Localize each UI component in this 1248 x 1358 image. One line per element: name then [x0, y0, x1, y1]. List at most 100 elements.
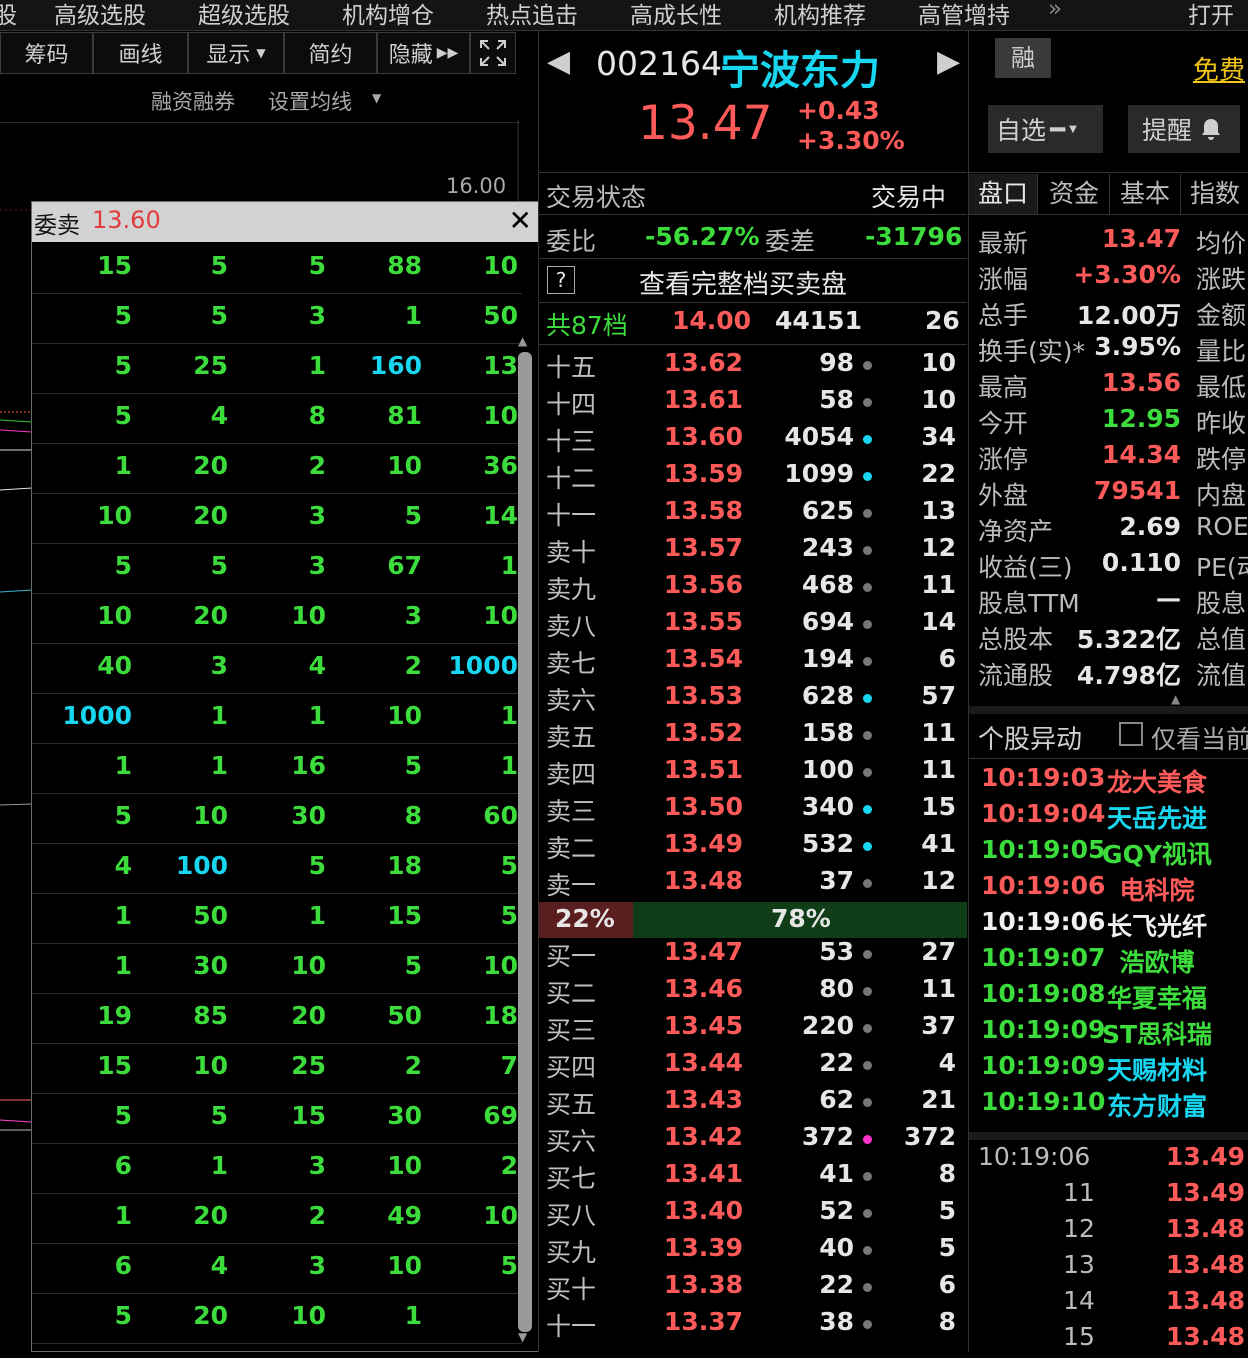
buy-level-row[interactable]: 十一 13.37 38 8: [539, 1307, 967, 1344]
margin-trading-link[interactable]: 融资融券: [151, 86, 235, 116]
sell-level-row[interactable]: 十二 13.59 1099 22: [539, 459, 967, 496]
level-label: 买八: [546, 1201, 597, 1230]
tab-funds[interactable]: 资金: [1039, 174, 1110, 214]
sell-level-row[interactable]: 卖八 13.55 694 14: [539, 607, 967, 644]
level-price: 13.51: [663, 755, 743, 784]
quote-value: 12.00万: [1076, 301, 1181, 330]
fullscreen-button[interactable]: [470, 32, 516, 74]
alert-stock-name[interactable]: 东方财富: [1081, 1087, 1233, 1123]
alert-stock-name[interactable]: 浩欧博: [1081, 943, 1233, 979]
alert-stock-name[interactable]: 华夏幸福: [1081, 979, 1233, 1015]
alert-stock-name[interactable]: 龙大美食: [1081, 763, 1233, 799]
buy-level-row[interactable]: 买六 13.42 372 372: [539, 1122, 967, 1159]
nav-more-icon[interactable]: »: [1048, 0, 1062, 22]
sell-level-row[interactable]: 十三 13.60 4054 34: [539, 422, 967, 459]
alert-row[interactable]: 10:19:10 东方财富: [981, 1087, 1248, 1123]
alert-row[interactable]: 10:19:07 浩欧博: [981, 943, 1248, 979]
quote-value: 13.47: [1101, 224, 1181, 253]
nav-item-high-growth[interactable]: 高成长性: [630, 0, 722, 30]
queue-cell: 2: [404, 1051, 422, 1080]
simple-button[interactable]: 简约: [284, 32, 377, 74]
hide-button[interactable]: 隐藏 ▶▶: [377, 32, 470, 74]
sell-level-row[interactable]: 十五 13.62 98 10: [539, 348, 967, 385]
buy-level-row[interactable]: 买一 13.47 53 27: [539, 937, 967, 974]
alert-stock-name[interactable]: 电科院: [1081, 871, 1233, 907]
sell-level-row[interactable]: 卖五 13.52 158 11: [539, 718, 967, 755]
buy-level-row[interactable]: 买九 13.39 40 5: [539, 1233, 967, 1270]
alert-row[interactable]: 10:19:09 ST思科瑞: [981, 1015, 1248, 1051]
next-stock-icon[interactable]: ▶: [937, 44, 960, 79]
alert-stock-name[interactable]: 天岳先进: [1081, 799, 1233, 835]
close-icon[interactable]: ✕: [509, 204, 532, 237]
quote-tabs: 盘口 资金 基本 指数: [969, 174, 1248, 214]
sell-level-row[interactable]: 十四 13.61 58 10: [539, 385, 967, 422]
buy-level-row[interactable]: 买八 13.40 52 5: [539, 1196, 967, 1233]
sell-level-row[interactable]: 卖四 13.51 100 11: [539, 755, 967, 792]
full-depth-link[interactable]: 查看完整档买卖盘: [639, 264, 847, 301]
sell-level-row[interactable]: 卖一 13.48 37 12: [539, 866, 967, 903]
alert-stock-name[interactable]: 长飞光纤: [1081, 907, 1233, 943]
queue-cell: 15: [97, 1051, 132, 1080]
level-count: 372: [903, 1122, 956, 1151]
collapse-icon[interactable]: ▲: [1171, 692, 1180, 706]
sell-level-row[interactable]: 卖十 13.57 243 12: [539, 533, 967, 570]
nav-item-super-pick[interactable]: 超级选股: [198, 0, 290, 30]
buy-level-row[interactable]: 买三 13.45 220 37: [539, 1011, 967, 1048]
nav-item-executive-add[interactable]: 高管增持: [918, 0, 1010, 30]
only-current-checkbox[interactable]: [1119, 722, 1143, 746]
sell-level-row[interactable]: 卖二 13.49 532 41: [539, 829, 967, 866]
queue-cell: 1: [114, 1201, 132, 1230]
popup-scrollbar[interactable]: [518, 352, 532, 1332]
alert-row[interactable]: 10:19:08 华夏幸福: [981, 979, 1248, 1015]
alerts-title: 个股异动: [978, 725, 1083, 755]
prev-stock-icon[interactable]: ◀: [547, 44, 570, 79]
alert-stock-name[interactable]: 天赐材料: [1081, 1051, 1233, 1087]
nav-item-institution-recommend[interactable]: 机构推荐: [774, 0, 866, 30]
set-ma-dropdown[interactable]: 设置均线: [268, 86, 352, 116]
tick-time: 15: [1063, 1322, 1095, 1351]
nav-item-advanced-pick[interactable]: 高级选股: [54, 0, 146, 30]
sell-level-row[interactable]: 十一 13.58 625 13: [539, 496, 967, 533]
buy-level-row[interactable]: 买十 13.38 22 6: [539, 1270, 967, 1307]
level-count: 14: [921, 607, 956, 636]
alert-stock-name[interactable]: ST思科瑞: [1081, 1015, 1233, 1051]
alert-row[interactable]: 10:19:03 龙大美食: [981, 763, 1248, 799]
buy-level-row[interactable]: 买四 13.44 22 4: [539, 1048, 967, 1085]
sell-level-row[interactable]: 卖六 13.53 628 57: [539, 681, 967, 718]
price-alert-button[interactable]: 提醒: [1128, 105, 1240, 153]
free-link[interactable]: 免费: [1193, 50, 1245, 87]
buy-level-row[interactable]: 买七 13.41 41 8: [539, 1159, 967, 1196]
nav-item-institution-add[interactable]: 机构增仓: [342, 0, 434, 30]
display-dropdown[interactable]: 显示 ▼: [188, 32, 284, 74]
alert-row[interactable]: 10:19:06 长飞光纤: [981, 907, 1248, 943]
level-dot-icon: [863, 1209, 872, 1218]
tab-index[interactable]: 指数: [1181, 174, 1248, 214]
nav-item-hotspot[interactable]: 热点追击: [486, 0, 578, 30]
sell-level-row[interactable]: 卖七 13.54 194 6: [539, 644, 967, 681]
alert-stock-name[interactable]: GQY视讯: [1081, 835, 1233, 871]
draw-line-button[interactable]: 画线: [93, 32, 188, 74]
add-watchlist-button[interactable]: 自选 ━ ▼: [988, 105, 1103, 153]
alert-row[interactable]: 10:19:09 天赐材料: [981, 1051, 1248, 1087]
alert-row[interactable]: 10:19:05 GQY视讯: [981, 835, 1248, 871]
nav-item-open[interactable]: 打开: [1188, 0, 1234, 30]
help-icon[interactable]: ?: [547, 266, 575, 294]
queue-cell: 50: [387, 1001, 422, 1030]
tab-fundamentals[interactable]: 基本: [1110, 174, 1181, 214]
queue-row: 1 20 2 49 10: [32, 1193, 522, 1244]
alert-row[interactable]: 10:19:04 天岳先进: [981, 799, 1248, 835]
chips-button[interactable]: 筹码: [0, 32, 93, 74]
sell-level-row[interactable]: 卖三 13.50 340 15: [539, 792, 967, 829]
buy-level-row[interactable]: 买二 13.46 80 11: [539, 974, 967, 1011]
sell-level-row[interactable]: 卖九 13.56 468 11: [539, 570, 967, 607]
total-volume: 44151: [775, 306, 862, 335]
tab-order-book[interactable]: 盘口: [969, 174, 1038, 214]
nav-item[interactable]: 股: [0, 0, 17, 30]
queue-cell: 3: [308, 301, 326, 330]
level-count: 34: [921, 422, 956, 451]
alert-row[interactable]: 10:19:06 电科院: [981, 871, 1248, 907]
scroll-up-icon[interactable]: ▲: [518, 334, 527, 348]
buy-level-row[interactable]: 买五 13.43 62 21: [539, 1085, 967, 1122]
scroll-down-icon[interactable]: ▼: [518, 1330, 527, 1344]
popup-header[interactable]: 委卖 13.60 ✕: [32, 202, 538, 242]
